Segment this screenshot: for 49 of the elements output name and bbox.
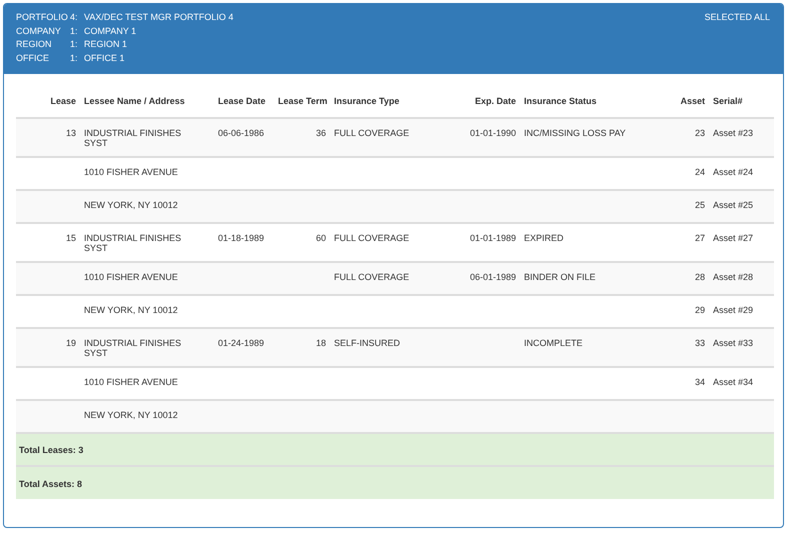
table-cell: INDUSTRIAL FINISHES SYST [80,118,214,157]
field-value: COMPANY 1 [84,26,136,37]
column-header: Lease [16,96,80,118]
table-cell: 25 [660,190,709,223]
table-cell: INCOMPLETE [520,328,660,367]
table-cell: 23 [660,118,709,157]
table-cell: FULL COVERAGE [330,118,465,157]
table-cell: Asset #33 [709,328,774,367]
column-header: Insurance Type [330,96,465,118]
column-header: Exp. Date [465,96,520,118]
column-header: Lease Date [214,96,274,118]
table-cell: 06-06-1986 [214,118,274,157]
table-cell: 19 [16,328,80,367]
table-cell: 13 [16,118,80,157]
field-number: 4: [70,12,79,24]
total-cell: Total Assets: 8 [16,466,774,499]
table-cell: 1010 FISHER AVENUE [80,262,214,295]
table-cell: INDUSTRIAL FINISHES SYST [80,328,214,367]
table-cell: 01-01-1990 [465,118,520,157]
field-label: OFFICE [16,52,50,64]
table-cell: INC/MISSING LOSS PAY [520,118,660,157]
column-header: Insurance Status [520,96,660,118]
table-cell: 28 [660,262,709,295]
field-number: 1: [70,39,79,50]
selection-label: SELECTED ALL [704,12,770,22]
field-number: 1: [70,52,79,64]
table-cell: 18 [274,328,330,367]
field-value: VAX/DEC TEST MGR PORTFOLIO 4 [84,12,234,24]
column-header: Lessee Name / Address [80,96,214,118]
table-cell: SELF-INSURED [330,328,465,367]
table-cell: 06-01-1989 [465,262,520,295]
table-cell: 33 [660,328,709,367]
field-label: REGION [16,39,53,50]
field-value: OFFICE 1 [84,52,125,64]
field-label: COMPANY [16,26,62,37]
field-number: 1: [70,26,79,37]
table-cell: NEW YORK, NY 10012 [80,190,214,223]
table-cell: Asset #28 [709,262,774,295]
table-cell: Asset #23 [709,118,774,157]
table-cell: FULL COVERAGE [330,262,465,295]
table-cell: BINDER ON FILE [520,262,660,295]
column-header: Serial# [709,96,774,118]
column-header: Lease Term [274,96,330,118]
table-cell: 36 [274,118,330,157]
field-label: PORTFOLIO [16,12,69,24]
field-value: REGION 1 [84,39,128,50]
table-cell: 01-24-1989 [214,328,274,367]
column-header: Asset [660,96,709,118]
table-cell: Asset #25 [709,190,774,223]
